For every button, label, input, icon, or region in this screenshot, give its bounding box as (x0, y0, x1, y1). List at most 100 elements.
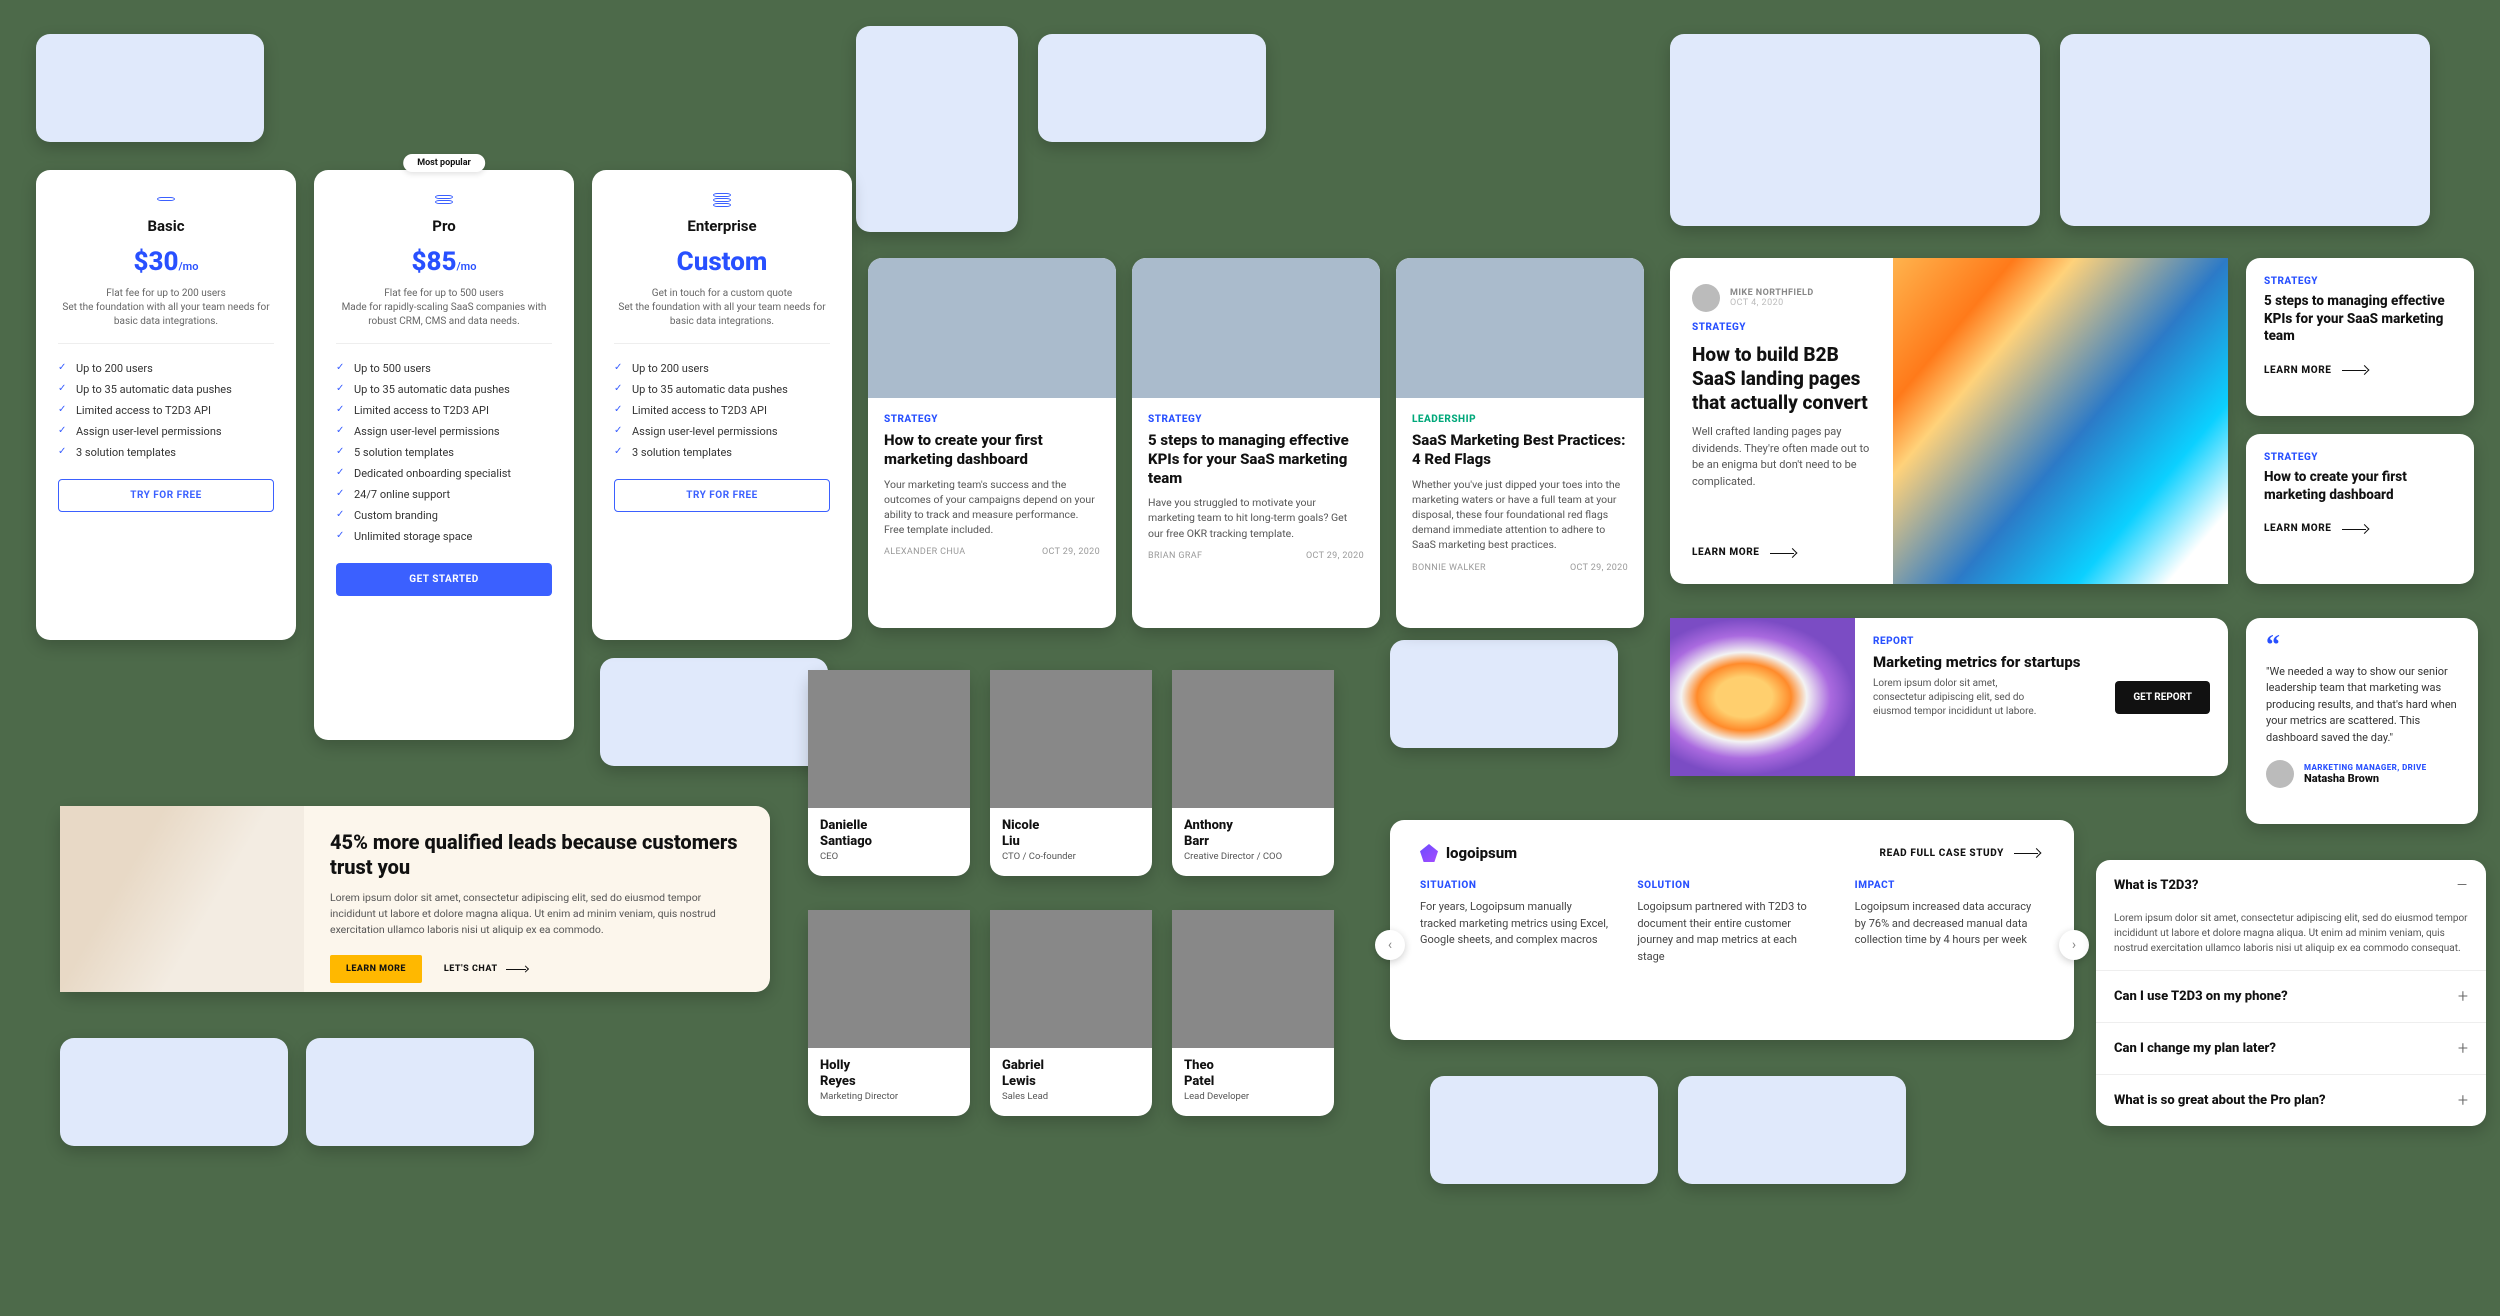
team-role: Lead Developer (1184, 1091, 1322, 1102)
article-excerpt: Have you struggled to motivate your mark… (1148, 495, 1364, 541)
placeholder-card (2060, 34, 2430, 226)
get-report-button[interactable]: GET REPORT (2115, 681, 2210, 714)
category-label: LEADERSHIP (1412, 414, 1628, 425)
category-label: STRATEGY (1148, 414, 1364, 425)
learn-more-button[interactable]: LEARN MORE (330, 955, 422, 983)
feature-item: Custom branding (336, 505, 552, 526)
placeholder-card (1678, 1076, 1906, 1184)
placeholder-card (856, 26, 1018, 232)
placeholder-card (1038, 34, 1266, 142)
team-card: TheoPatel Lead Developer (1172, 910, 1334, 1116)
tier-desc: Flat fee for up to 200 users Set the fou… (58, 287, 274, 329)
tier-name: Pro (336, 217, 552, 235)
faq-item[interactable]: Can I change my plan later?+ (2096, 1022, 2486, 1074)
learn-more-link[interactable]: LEARN MORE (2264, 523, 2372, 534)
feature-item: 3 solution templates (58, 442, 274, 463)
read-full-case-study-link[interactable]: READ FULL CASE STUDY (1880, 848, 2044, 859)
article-meta: BONNIE WALKEROCT 29, 2020 (1412, 563, 1628, 573)
category-label: STRATEGY (2264, 452, 2456, 463)
try-free-button[interactable]: TRY FOR FREE (58, 479, 274, 512)
team-name: NicoleLiu (1002, 818, 1140, 849)
try-free-button[interactable]: TRY FOR FREE (614, 479, 830, 512)
report-excerpt: Lorem ipsum dolor sit amet, consectetur … (1873, 677, 2043, 719)
database-icon (336, 192, 552, 211)
team-role: CEO (820, 851, 958, 862)
carousel-next[interactable]: › (2059, 930, 2089, 960)
feature-item: Up to 35 automatic data pushes (58, 379, 274, 400)
category-label: REPORT (1873, 636, 2097, 647)
report-image (1670, 618, 1855, 776)
mini-feature-card[interactable]: STRATEGY 5 steps to managing effective K… (2246, 258, 2474, 416)
feature-item: Limited access to T2D3 API (58, 400, 274, 421)
team-photo (808, 670, 970, 808)
feature-item: Unlimited storage space (336, 526, 552, 547)
featured-article[interactable]: MIKE NORTHFIELD OCT 4, 2020 STRATEGY How… (1670, 258, 2228, 584)
article-title: 5 steps to managing effective KPIs for y… (1148, 431, 1364, 487)
get-started-button[interactable]: GET STARTED (336, 563, 552, 596)
arrow-icon (1770, 549, 1800, 557)
article-image (1396, 258, 1644, 398)
faq-accordion: What is T2D3?–Lorem ipsum dolor sit amet… (2096, 860, 2486, 1126)
category-label: STRATEGY (1692, 322, 1871, 333)
feature-item: Dedicated onboarding specialist (336, 463, 552, 484)
team-card: HollyReyes Marketing Director (808, 910, 970, 1116)
placeholder-card (1390, 640, 1618, 748)
cta-title: 45% more qualified leads because custome… (330, 830, 744, 880)
faq-item[interactable]: Can I use T2D3 on my phone?+ (2096, 970, 2486, 1022)
feature-list: Up to 200 usersUp to 35 automatic data p… (58, 358, 274, 463)
team-card: DanielleSantiagoCEO (808, 670, 970, 876)
mini-feature-card[interactable]: STRATEGY How to create your first market… (2246, 434, 2474, 584)
author-name: MIKE NORTHFIELD (1730, 288, 1814, 298)
arrow-icon (2342, 525, 2372, 533)
author-avatar (1692, 284, 1720, 312)
team-name: TheoPatel (1184, 1058, 1322, 1089)
carousel-prev[interactable]: ‹ (1375, 930, 1405, 960)
team-photo (990, 910, 1152, 1048)
feature-item: Assign user-level permissions (336, 421, 552, 442)
mini-title: 5 steps to managing effective KPIs for y… (2264, 293, 2456, 346)
learn-more-link[interactable]: LEARN MORE (2264, 365, 2372, 376)
article-title: How to create your first marketing dashb… (884, 431, 1100, 469)
popular-badge: Most popular (403, 154, 485, 172)
team-role: Marketing Director (820, 1091, 958, 1102)
team-card: AnthonyBarrCreative Director / COO (1172, 670, 1334, 876)
article-title: SaaS Marketing Best Practices: 4 Red Fla… (1412, 431, 1628, 469)
tier-desc: Flat fee for up to 500 users Made for ra… (336, 287, 552, 329)
team-photo (990, 670, 1152, 808)
article-card[interactable]: STRATEGY How to create your first market… (868, 258, 1116, 628)
article-excerpt: Your marketing team's success and the ou… (884, 477, 1100, 538)
article-excerpt: Whether you've just dipped your toes int… (1412, 477, 1628, 553)
team-card: NicoleLiu CTO / Co-founder (990, 670, 1152, 876)
article-card[interactable]: STRATEGY 5 steps to managing effective K… (1132, 258, 1380, 628)
plus-icon: + (2458, 1038, 2468, 1059)
article-card[interactable]: LEADERSHIP SaaS Marketing Best Practices… (1396, 258, 1644, 628)
feature-item: Limited access to T2D3 API (336, 400, 552, 421)
pricing-card-basic: Basic $30/mo Flat fee for up to 200 user… (36, 170, 296, 640)
feature-item: Assign user-level permissions (58, 421, 274, 442)
case-study-card: ‹ › logoipsum READ FULL CASE STUDY SITUA… (1390, 820, 2074, 1040)
logo-mark-icon (1420, 844, 1438, 862)
quote-text: "We needed a way to show our senior lead… (2266, 664, 2458, 747)
faq-answer: Lorem ipsum dolor sit amet, consectetur … (2096, 911, 2486, 970)
category-label: STRATEGY (884, 414, 1100, 425)
faq-item[interactable]: What is so great about the Pro plan?+ (2096, 1074, 2486, 1126)
faq-item[interactable]: What is T2D3?– (2096, 860, 2486, 911)
placeholder-card (306, 1038, 534, 1146)
article-meta: BRIAN GRAFOCT 29, 2020 (1148, 551, 1364, 561)
article-meta: ALEXANDER CHUAOCT 29, 2020 (884, 547, 1100, 557)
placeholder-card (1670, 34, 2040, 226)
featured-title: How to build B2B SaaS landing pages that… (1692, 343, 1871, 414)
article-image (1132, 258, 1380, 398)
plus-icon: + (2458, 1090, 2468, 1111)
feature-item: 24/7 online support (336, 484, 552, 505)
team-name: HollyReyes (820, 1058, 958, 1089)
pricing-card-enterprise: Enterprise Custom Get in touch for a cus… (592, 170, 852, 640)
lets-chat-link[interactable]: LET'S CHAT (444, 964, 532, 974)
learn-more-link[interactable]: LEARN MORE (1692, 547, 1871, 558)
author-name: Natasha Brown (2304, 772, 2427, 785)
database-icon (614, 192, 830, 211)
mini-title: How to create your first marketing dashb… (2264, 469, 2456, 504)
team-role: CTO / Co-founder (1002, 851, 1140, 862)
feature-item: Limited access to T2D3 API (614, 400, 830, 421)
plus-icon: + (2458, 986, 2468, 1007)
